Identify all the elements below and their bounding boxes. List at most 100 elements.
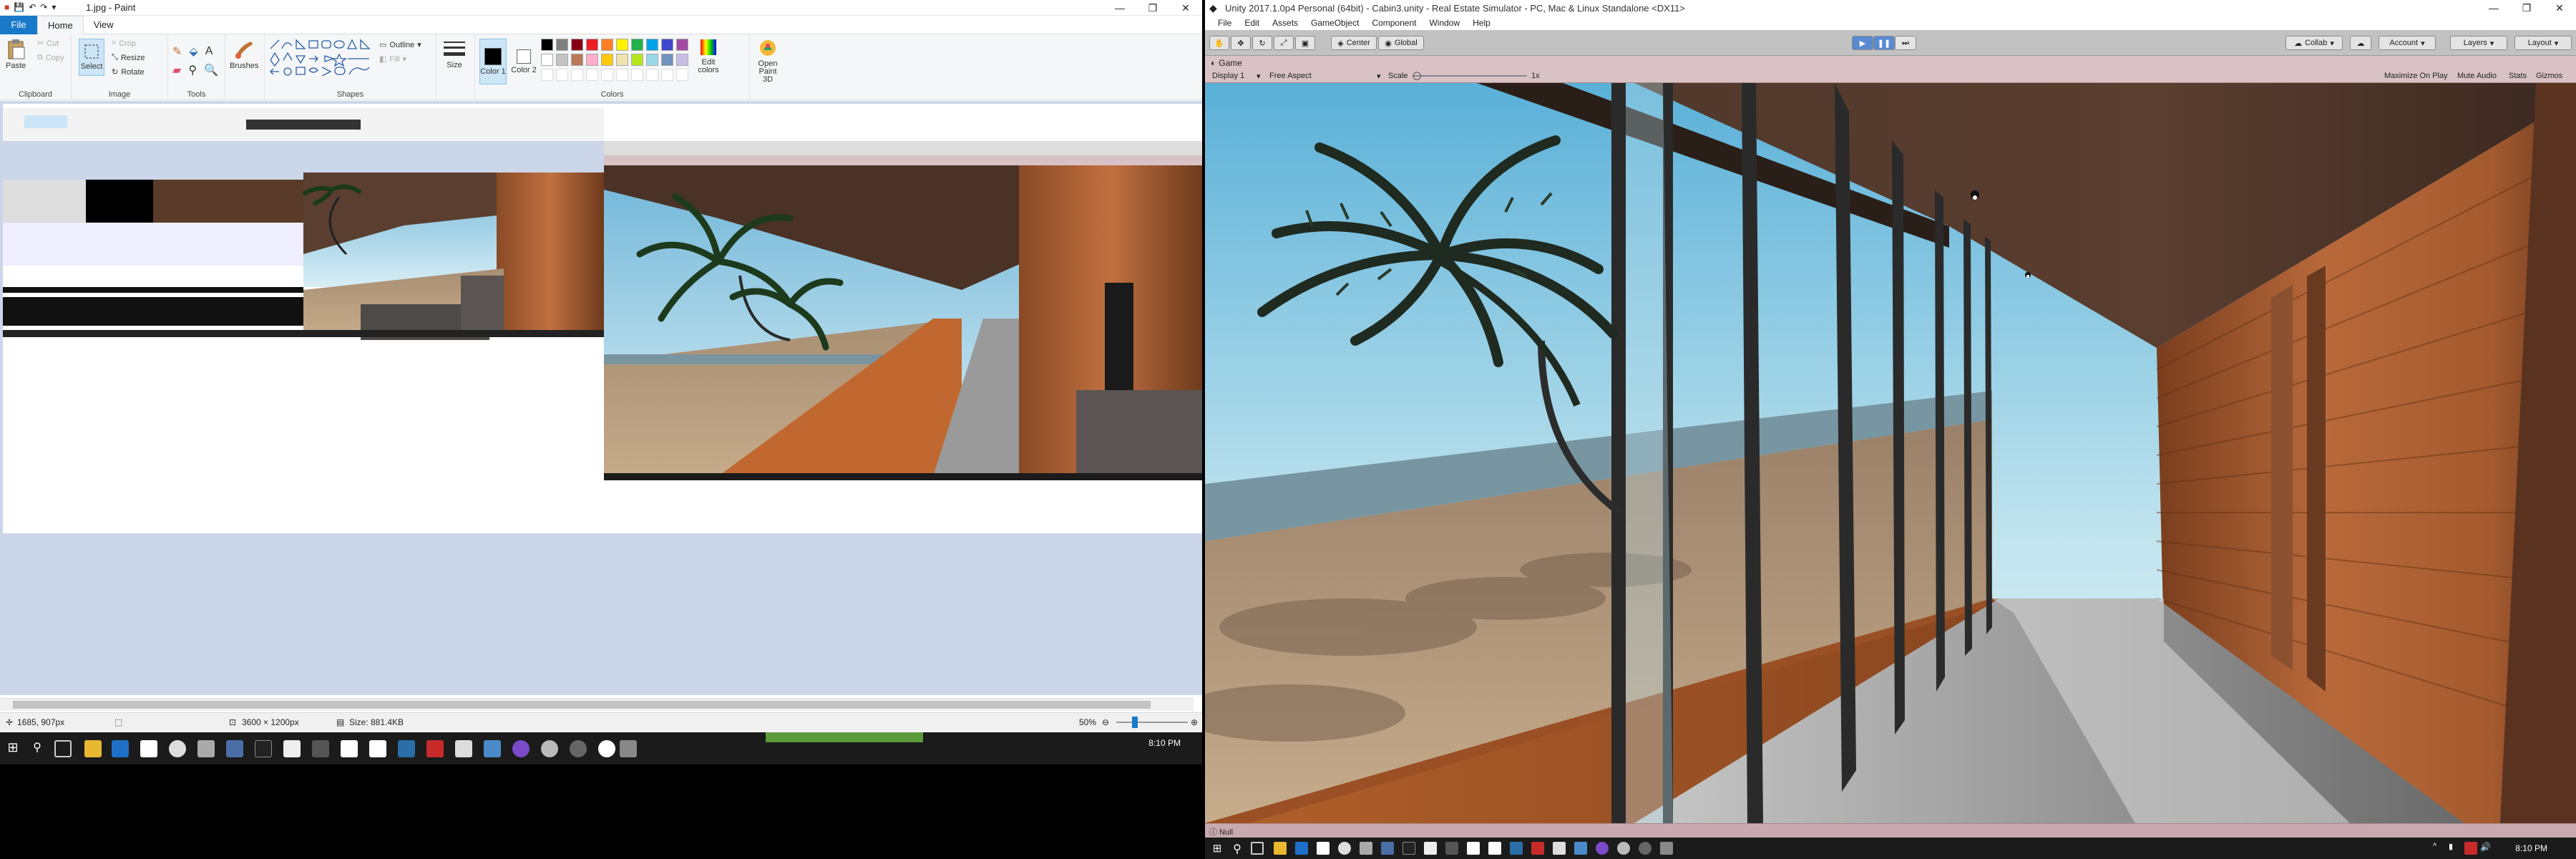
pencil-icon[interactable]: ✎ bbox=[172, 44, 182, 59]
rotate-tool-button[interactable]: ↻ bbox=[1252, 36, 1272, 50]
open-paint3d-button[interactable]: Open Paint 3D bbox=[753, 39, 783, 84]
palette-swatch-empty[interactable] bbox=[616, 69, 628, 81]
pivot-global-toggle[interactable]: ◉ Global bbox=[1378, 36, 1424, 50]
tab-home[interactable]: Home bbox=[37, 15, 84, 34]
app-icon[interactable] bbox=[570, 740, 587, 757]
app-icon[interactable] bbox=[1574, 842, 1587, 855]
maximize-on-play-toggle[interactable]: Maximize On Play bbox=[2384, 72, 2448, 80]
undo-icon[interactable]: ↶ bbox=[29, 2, 36, 12]
magnifier-icon[interactable]: 🔍 bbox=[204, 63, 218, 77]
brushes-button[interactable]: Brushes bbox=[230, 39, 258, 70]
palette-swatch-empty[interactable] bbox=[541, 69, 553, 81]
palette-swatch[interactable] bbox=[616, 54, 628, 66]
palette-swatch[interactable] bbox=[541, 39, 553, 51]
app-icon[interactable] bbox=[1639, 842, 1652, 855]
paste-button[interactable]: Paste bbox=[6, 39, 26, 70]
tray-chevron-icon[interactable]: ^ bbox=[2433, 842, 2446, 855]
play-button[interactable]: ▶ bbox=[1852, 36, 1873, 50]
app-icon[interactable] bbox=[484, 740, 501, 757]
menu-window[interactable]: Window bbox=[1429, 18, 1460, 28]
palette-swatch[interactable] bbox=[661, 39, 673, 51]
settings-icon[interactable] bbox=[312, 740, 329, 757]
account-dropdown[interactable]: Account ▾ bbox=[2379, 36, 2436, 50]
menu-edit[interactable]: Edit bbox=[1244, 18, 1259, 28]
display-dropdown[interactable]: Display 1 bbox=[1212, 72, 1244, 80]
pivot-center-toggle[interactable]: ◈ Center bbox=[1331, 36, 1377, 50]
palette-swatch[interactable] bbox=[631, 39, 643, 51]
unity-icon[interactable] bbox=[369, 740, 386, 757]
scale-slider[interactable] bbox=[1413, 75, 1527, 77]
camera-icon[interactable] bbox=[1424, 842, 1437, 855]
app-icon[interactable] bbox=[426, 740, 444, 757]
menu-help[interactable]: Help bbox=[1473, 18, 1491, 28]
step-button[interactable]: ⏭ bbox=[1895, 36, 1916, 50]
palette-swatch[interactable] bbox=[601, 54, 613, 66]
paint-taskbar-icon[interactable] bbox=[1660, 842, 1673, 855]
app-icon[interactable] bbox=[1617, 842, 1630, 855]
layout-dropdown[interactable]: Layout ▾ bbox=[2514, 36, 2572, 50]
network-icon[interactable]: ▮ bbox=[2449, 842, 2462, 855]
app-icon[interactable] bbox=[1381, 842, 1394, 855]
close-button[interactable]: ✕ bbox=[2543, 0, 2576, 16]
paint-taskbar-icon[interactable] bbox=[620, 740, 637, 757]
steam-icon[interactable] bbox=[398, 740, 415, 757]
palette-swatch[interactable] bbox=[646, 39, 658, 51]
palette-swatch[interactable] bbox=[556, 39, 568, 51]
fill-dropdown[interactable]: ◧ Fill ▾ bbox=[379, 54, 406, 64]
close-button[interactable]: ✕ bbox=[1169, 0, 1202, 16]
search-icon[interactable]: ⚲ bbox=[29, 740, 46, 757]
resize-button[interactable]: ⤡ Resize bbox=[112, 53, 145, 62]
color1-button[interactable]: Color 1 bbox=[479, 39, 507, 84]
camera-icon[interactable] bbox=[283, 740, 301, 757]
app-icon[interactable] bbox=[1553, 842, 1566, 855]
palette-swatch[interactable] bbox=[571, 54, 583, 66]
app-icon[interactable] bbox=[455, 740, 472, 757]
search-icon[interactable]: ⚲ bbox=[1231, 842, 1244, 855]
mail-icon[interactable] bbox=[1467, 842, 1480, 855]
size-button[interactable]: Size bbox=[442, 40, 467, 69]
app-icon[interactable] bbox=[226, 740, 243, 757]
palette-swatch[interactable] bbox=[586, 54, 598, 66]
palette-swatch-empty[interactable] bbox=[661, 69, 673, 81]
zoom-slider[interactable] bbox=[1116, 722, 1188, 723]
volume-icon[interactable]: 🔊 bbox=[2480, 842, 2493, 855]
windows-start-icon[interactable]: ⊞ bbox=[1211, 842, 1224, 855]
menu-assets[interactable]: Assets bbox=[1272, 18, 1298, 28]
cloud-button[interactable]: ☁ bbox=[2350, 36, 2371, 50]
unity-icon[interactable] bbox=[1488, 842, 1501, 855]
copy-button[interactable]: ⧉ Copy bbox=[37, 53, 64, 62]
windows-start-icon[interactable]: ⊞ bbox=[4, 740, 21, 757]
collab-dropdown[interactable]: ☁ Collab ▾ bbox=[2285, 36, 2343, 50]
chrome-icon[interactable] bbox=[1338, 842, 1351, 855]
shapes-gallery[interactable] bbox=[269, 39, 374, 76]
minimize-button[interactable]: — bbox=[1103, 0, 1136, 16]
eraser-icon[interactable]: ▰ bbox=[172, 63, 181, 77]
menu-component[interactable]: Component bbox=[1372, 18, 1416, 28]
minimize-button[interactable]: — bbox=[2477, 0, 2510, 16]
task-view-icon[interactable] bbox=[54, 740, 72, 757]
text-icon[interactable]: A bbox=[205, 45, 213, 58]
select-button[interactable]: Select bbox=[79, 39, 104, 76]
zoom-slider-thumb[interactable] bbox=[1132, 717, 1138, 728]
rotate-button[interactable]: ↻ Rotate bbox=[112, 67, 145, 77]
palette-swatch[interactable] bbox=[616, 39, 628, 51]
palette-swatch-empty[interactable] bbox=[631, 69, 643, 81]
mail-icon[interactable] bbox=[341, 740, 358, 757]
zoom-out-button[interactable]: ⊖ bbox=[1102, 717, 1109, 727]
palette-swatch[interactable] bbox=[676, 39, 688, 51]
scrollbar-thumb[interactable] bbox=[13, 701, 1151, 709]
restore-button[interactable]: ❐ bbox=[1136, 0, 1169, 16]
file-explorer-icon[interactable] bbox=[1274, 842, 1287, 855]
palette-swatch[interactable] bbox=[601, 39, 613, 51]
save-icon[interactable]: 💾 bbox=[14, 2, 24, 12]
palette-swatch[interactable] bbox=[661, 54, 673, 66]
palette-swatch-empty[interactable] bbox=[571, 69, 583, 81]
edit-colors-button[interactable]: Edit colors bbox=[697, 39, 720, 74]
fill-bucket-icon[interactable]: ⬙ bbox=[189, 44, 197, 59]
pause-button[interactable]: ❚❚ bbox=[1873, 36, 1895, 50]
task-view-icon[interactable] bbox=[1251, 842, 1264, 855]
move-tool-button[interactable]: ✥ bbox=[1231, 36, 1251, 50]
palette-swatch-empty[interactable] bbox=[646, 69, 658, 81]
store-icon[interactable] bbox=[140, 740, 157, 757]
app-icon[interactable] bbox=[598, 740, 615, 757]
